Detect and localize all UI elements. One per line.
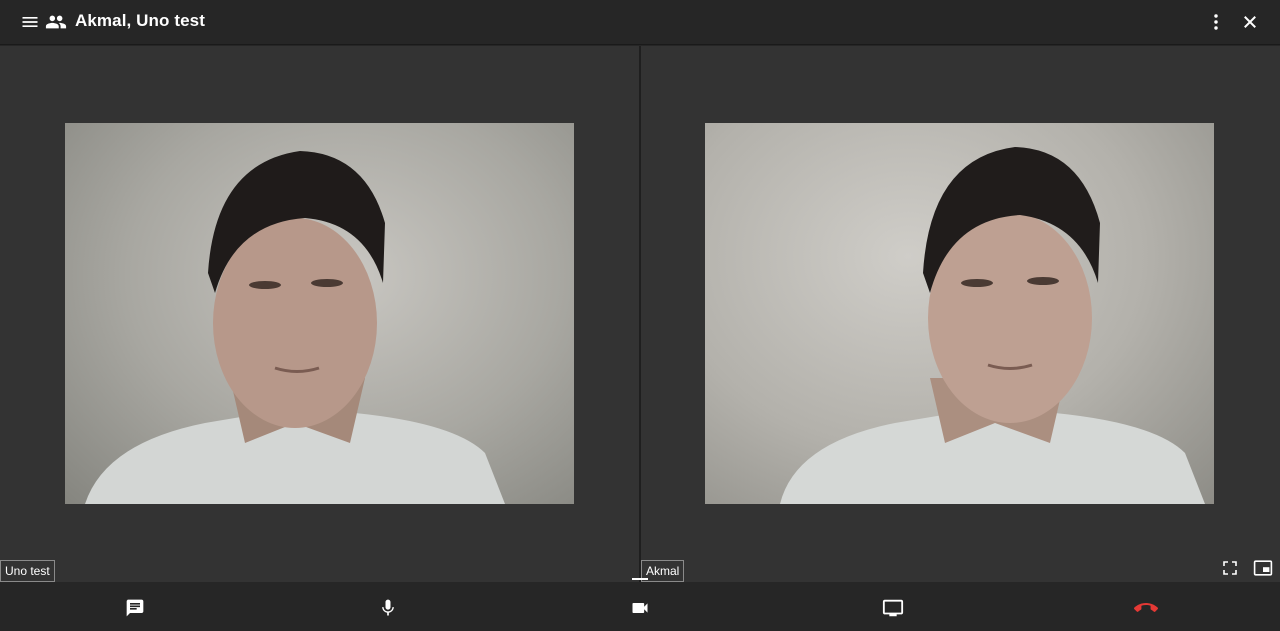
participant-pane-remote[interactable]: Uno test bbox=[0, 46, 639, 582]
screen-share-icon[interactable] bbox=[881, 596, 905, 620]
remote-video-person bbox=[85, 151, 505, 504]
video-stage: Uno test Akmal bbox=[0, 46, 1280, 582]
picture-in-picture-icon[interactable] bbox=[1252, 558, 1274, 578]
call-title: Akmal, Uno test bbox=[75, 11, 205, 30]
participant-name-tag: Uno test bbox=[0, 560, 55, 582]
mic-icon[interactable] bbox=[376, 596, 400, 620]
call-end-icon[interactable] bbox=[1134, 596, 1158, 620]
local-video-person bbox=[780, 147, 1205, 504]
participant-pane-local[interactable]: Akmal bbox=[641, 46, 1280, 582]
close-icon[interactable] bbox=[1238, 10, 1262, 34]
menu-icon[interactable] bbox=[18, 10, 42, 34]
videocam-icon[interactable] bbox=[628, 596, 652, 620]
group-icon bbox=[44, 10, 68, 34]
call-controls-toolbar bbox=[0, 582, 1280, 631]
remote-video bbox=[65, 123, 574, 504]
local-video bbox=[705, 123, 1214, 504]
chat-icon[interactable] bbox=[123, 596, 147, 620]
fullscreen-icon[interactable] bbox=[1220, 558, 1240, 578]
more-vert-icon[interactable] bbox=[1204, 10, 1228, 34]
top-bar: Akmal, Uno test bbox=[0, 0, 1280, 45]
